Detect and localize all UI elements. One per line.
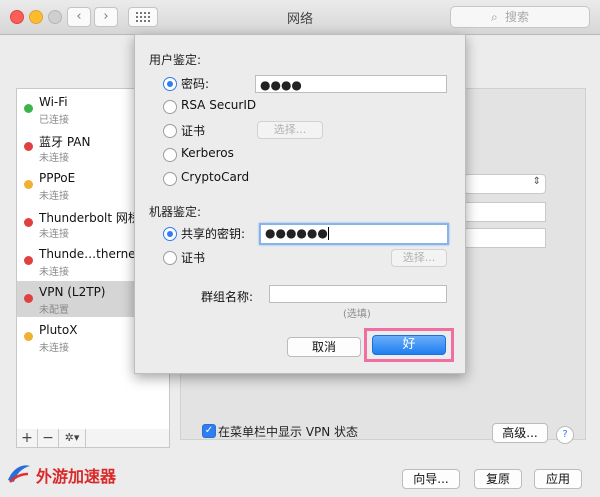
add-service-button[interactable]: + bbox=[17, 429, 38, 447]
kerberos-label: Kerberos bbox=[181, 146, 234, 160]
service-name: Wi-Fi bbox=[39, 95, 68, 109]
service-status: 已连接 bbox=[39, 115, 69, 126]
cryptocard-label: CryptoCard bbox=[181, 170, 250, 184]
show-vpn-status-checkbox[interactable]: ✓ bbox=[202, 424, 216, 438]
status-dot bbox=[24, 256, 33, 265]
status-dot bbox=[24, 142, 33, 151]
gear-menu-button[interactable]: ✲▾ bbox=[59, 429, 86, 447]
window-title: 网络 bbox=[286, 12, 313, 27]
machine-certificate-radio[interactable] bbox=[163, 251, 177, 265]
text-cursor bbox=[327, 227, 329, 240]
account-name-field[interactable] bbox=[464, 228, 546, 248]
certificate-label: 证书 bbox=[181, 124, 206, 138]
status-dot bbox=[24, 104, 33, 113]
title-bar: ‹ › 网络 ⌕ 搜索 bbox=[0, 0, 600, 35]
service-status: 未连接 bbox=[39, 153, 69, 164]
zoom-window-button[interactable] bbox=[48, 10, 62, 24]
password-radio-label: 密码: bbox=[181, 77, 210, 91]
select-certificate-button[interactable]: 选择... bbox=[257, 121, 323, 139]
user-auth-heading: 用户鉴定: bbox=[149, 53, 202, 67]
server-address-field[interactable] bbox=[464, 202, 546, 222]
machine-auth-heading: 机器鉴定: bbox=[149, 205, 202, 219]
help-button[interactable]: ? bbox=[556, 426, 574, 444]
checkmark-icon: ✓ bbox=[204, 425, 214, 436]
updown-chevron-icon: ⇕ bbox=[532, 176, 541, 187]
shared-secret-value: ●●●●●● bbox=[265, 226, 328, 240]
rsa-securid-label: RSA SecurID bbox=[181, 98, 257, 112]
status-dot bbox=[24, 218, 33, 227]
chevron-right-icon: › bbox=[103, 9, 109, 24]
authentication-settings-sheet: 用户鉴定: 密码: ●●●● RSA SecurID 证书 选择... Kerb… bbox=[134, 34, 466, 374]
close-window-button[interactable] bbox=[10, 10, 24, 24]
remove-service-button[interactable]: − bbox=[38, 429, 59, 447]
shared-secret-label: 共享的密钥: bbox=[181, 227, 246, 241]
certificate-radio[interactable] bbox=[163, 124, 177, 138]
optional-hint: (选填) bbox=[343, 309, 371, 320]
service-name: Thunderbolt 网桥 bbox=[39, 211, 140, 225]
service-name: PlutoX bbox=[39, 323, 78, 337]
cryptocard-radio[interactable] bbox=[163, 172, 177, 186]
search-field[interactable]: ⌕ 搜索 bbox=[450, 6, 590, 28]
apply-button[interactable]: 应用 bbox=[534, 469, 582, 489]
service-name: 蓝牙 PAN bbox=[39, 135, 91, 149]
status-dot bbox=[24, 180, 33, 189]
list-toolbar: + − ✲▾ bbox=[16, 429, 170, 448]
service-status: 未连接 bbox=[39, 267, 69, 278]
service-name: VPN (L2TP) bbox=[39, 285, 106, 299]
watermark-text: 外游加速器 bbox=[36, 467, 117, 486]
minimize-window-button[interactable] bbox=[29, 10, 43, 24]
grid-icon bbox=[136, 12, 150, 22]
swoosh-logo-icon bbox=[8, 465, 30, 483]
password-field[interactable]: ●●●● bbox=[255, 75, 447, 93]
search-placeholder: 搜索 bbox=[505, 10, 530, 24]
machine-certificate-label: 证书 bbox=[181, 251, 206, 265]
assist-me-button[interactable]: 向导... bbox=[402, 469, 460, 489]
rsa-securid-radio[interactable] bbox=[163, 100, 177, 114]
service-name: Thunde…thernet bbox=[39, 247, 141, 261]
shared-secret-radio[interactable] bbox=[163, 227, 177, 241]
cancel-button[interactable]: 取消 bbox=[287, 337, 361, 357]
configuration-popup[interactable]: ⇕ bbox=[464, 174, 546, 194]
password-radio[interactable] bbox=[163, 77, 177, 91]
service-status: 未配置 bbox=[39, 305, 69, 316]
chevron-left-icon: ‹ bbox=[76, 9, 82, 24]
advanced-button[interactable]: 高级... bbox=[492, 423, 548, 443]
forward-button[interactable]: › bbox=[94, 7, 118, 27]
service-status: 未连接 bbox=[39, 229, 69, 240]
group-name-field[interactable] bbox=[269, 285, 447, 303]
service-status: 未连接 bbox=[39, 343, 69, 354]
show-vpn-status-label: 在菜单栏中显示 VPN 状态 bbox=[218, 425, 359, 439]
back-button[interactable]: ‹ bbox=[67, 7, 91, 27]
status-dot bbox=[24, 294, 33, 303]
shared-secret-field[interactable]: ●●●●●● bbox=[259, 223, 449, 245]
search-icon: ⌕ bbox=[491, 10, 498, 24]
watermark-logo: 外游加速器 bbox=[6, 458, 136, 488]
show-all-button[interactable] bbox=[128, 7, 158, 27]
service-name: PPPoE bbox=[39, 171, 76, 185]
ok-button[interactable]: 好 bbox=[372, 335, 446, 355]
revert-button[interactable]: 复原 bbox=[474, 469, 522, 489]
status-dot bbox=[24, 332, 33, 341]
group-name-label: 群组名称: bbox=[201, 290, 254, 304]
kerberos-radio[interactable] bbox=[163, 148, 177, 162]
select-machine-certificate-button[interactable]: 选择... bbox=[391, 249, 447, 267]
service-status: 未连接 bbox=[39, 191, 69, 202]
